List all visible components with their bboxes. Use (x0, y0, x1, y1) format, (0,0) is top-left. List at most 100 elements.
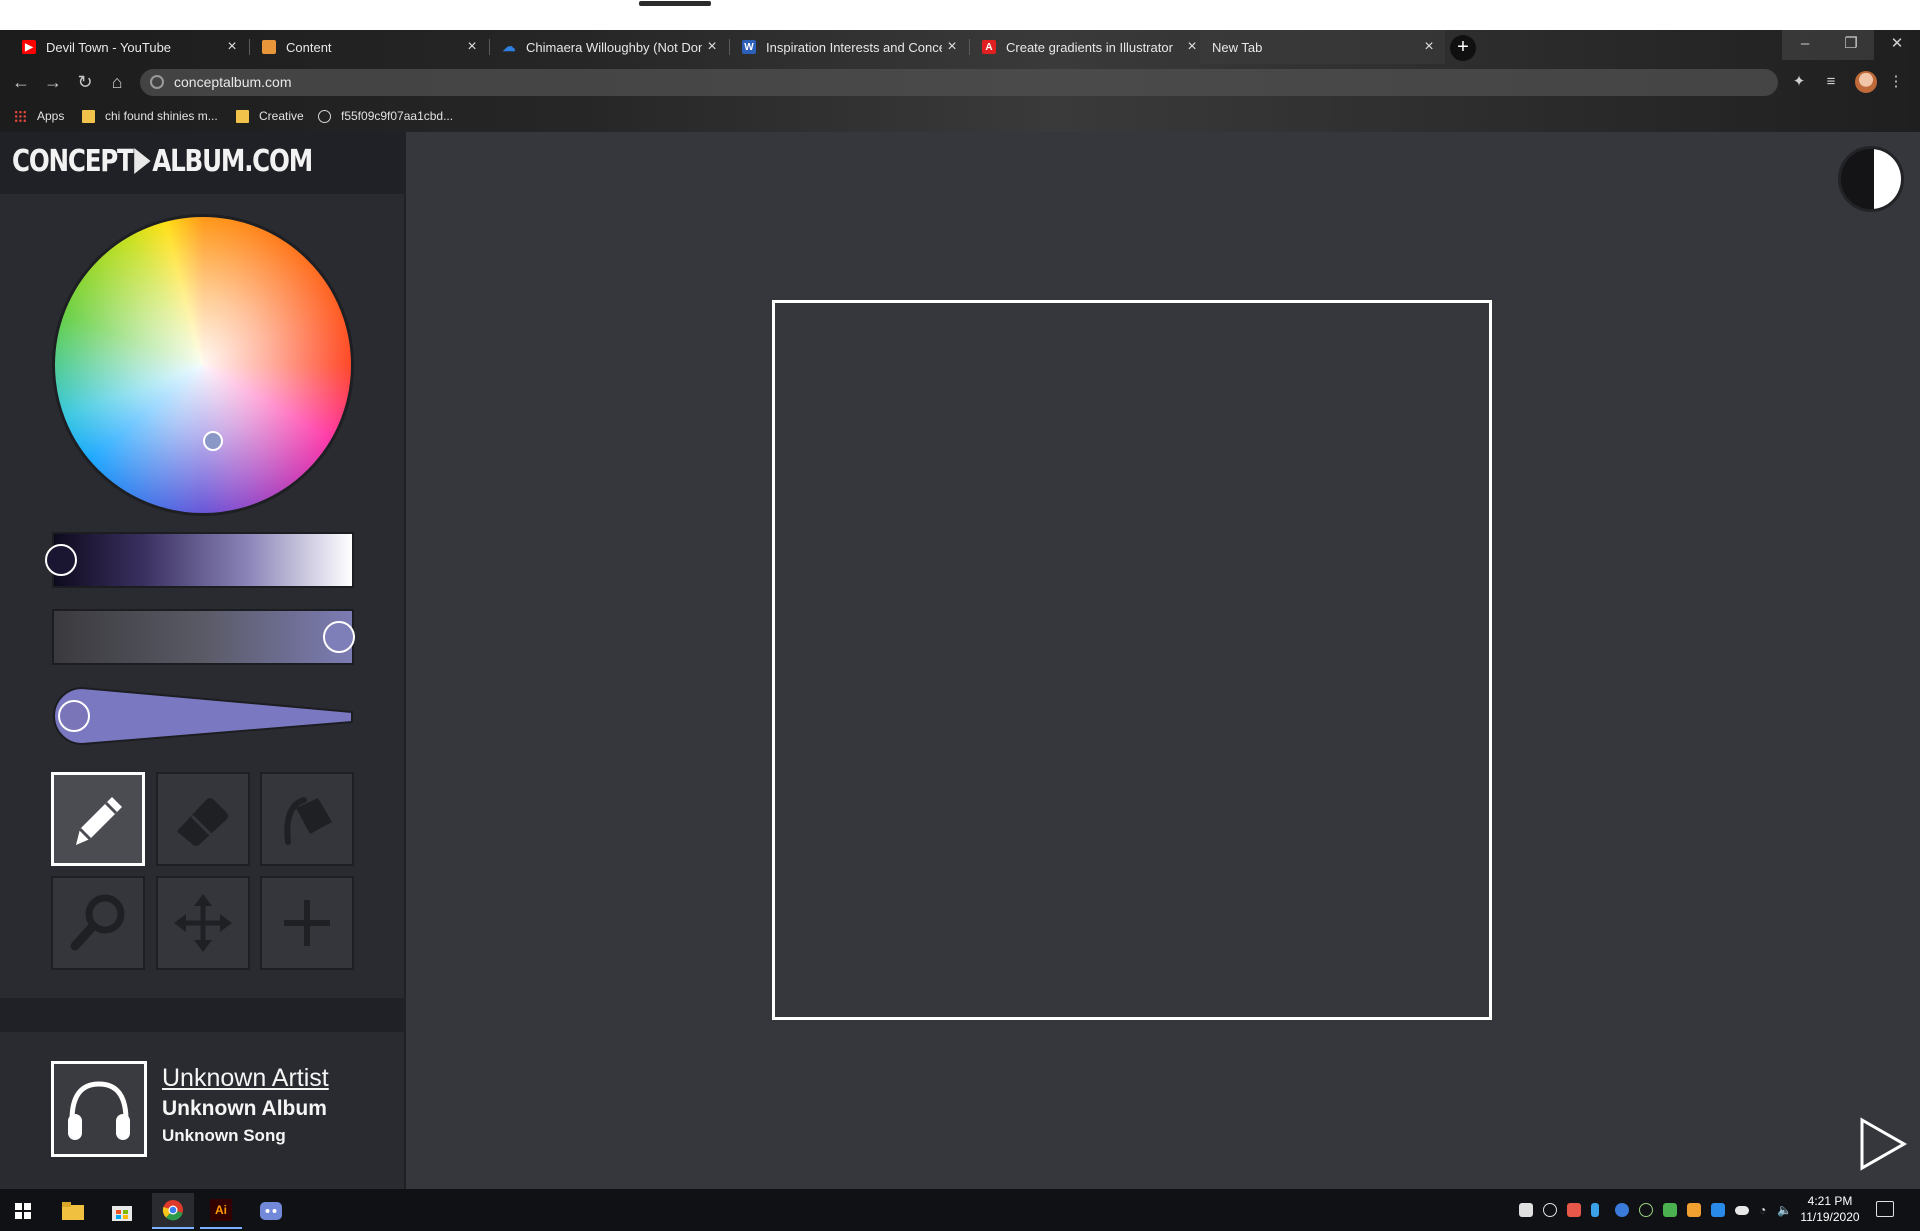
start-icon[interactable] (2, 1193, 44, 1229)
tab-content[interactable]: Content × (250, 30, 488, 64)
tray-creative-cloud-icon[interactable] (1543, 1203, 1557, 1217)
illustrator-icon[interactable]: Ai (200, 1193, 242, 1229)
pencil-tool-button[interactable] (51, 772, 145, 866)
tray-onedrive-icon[interactable] (1735, 1206, 1749, 1215)
volume-icon[interactable]: 🔈 (1777, 1203, 1792, 1217)
restore-button[interactable]: ❐ (1828, 30, 1874, 60)
chrome-icon[interactable] (152, 1193, 194, 1229)
tray-pen-icon[interactable] (1591, 1203, 1599, 1217)
close-icon[interactable]: × (222, 38, 242, 56)
tray-globe-icon[interactable] (1615, 1203, 1629, 1217)
brush-size-knob[interactable] (58, 700, 90, 732)
move-tool-button[interactable] (156, 876, 250, 970)
logo-row: CONCEPT ALBUM.COM (0, 132, 406, 194)
system-clock[interactable]: 4:21 PM 11/19/2020 (1790, 1193, 1870, 1225)
address-bar-row: ← → ↻ ⌂ conceptalbum.com ✦ ≡ ⋮ (0, 64, 1920, 100)
tab-label: New Tab (1212, 39, 1263, 55)
tab-youtube[interactable]: ▶ Devil Town - YouTube × (10, 30, 248, 64)
paint-bucket-tool-button[interactable] (260, 772, 354, 866)
close-icon[interactable]: × (702, 38, 722, 56)
move-arrows-icon (174, 894, 232, 952)
tab-new-tab[interactable]: New Tab × (1200, 30, 1445, 64)
tab-label: Inspiration Interests and Concept (766, 39, 942, 55)
eraser-tool-button[interactable] (156, 772, 250, 866)
contrast-icon (1874, 149, 1901, 209)
tray-app2-icon[interactable] (1687, 1203, 1701, 1217)
discord-icon[interactable] (250, 1193, 292, 1229)
drawing-canvas[interactable] (772, 300, 1492, 1020)
folder-icon (236, 109, 249, 123)
tray-app-icon[interactable] (1567, 1203, 1581, 1217)
tab-adobe[interactable]: A Create gradients in Illustrator × (970, 30, 1208, 64)
tab-onedrive[interactable]: ☁ Chimaera Willoughby (Not Done × (490, 30, 728, 64)
close-icon[interactable]: × (942, 38, 962, 56)
artist-name-link[interactable]: Unknown Artist (162, 1064, 329, 1093)
illustrator-label: Ai (210, 1199, 232, 1221)
clock-date: 11/19/2020 (1800, 1210, 1860, 1224)
home-button[interactable]: ⌂ (106, 71, 128, 93)
url-text: conceptalbum.com (174, 74, 292, 90)
site-info-icon[interactable] (150, 75, 164, 89)
bookmark-label: Apps (37, 109, 65, 123)
bookmark-creative[interactable]: Creative (236, 106, 304, 126)
minimize-button[interactable]: – (1782, 30, 1828, 60)
tray-network-app-icon[interactable] (1639, 1203, 1653, 1217)
album-cover[interactable] (51, 1061, 147, 1157)
headphones-icon (68, 1081, 130, 1140)
bookmark-label: Creative (259, 109, 304, 123)
song-name: Unknown Song (162, 1126, 286, 1145)
bookmark-label: chi found shinies m... (105, 109, 218, 123)
close-icon[interactable]: × (1182, 38, 1202, 56)
brush-size-slider[interactable] (52, 684, 356, 748)
play-button[interactable] (1858, 1116, 1908, 1172)
zoom-tool-button[interactable] (51, 876, 145, 970)
saturation-slider[interactable] (52, 609, 355, 665)
pencil-icon (76, 797, 122, 845)
saturation-slider-knob[interactable] (323, 621, 355, 653)
tray-security-icon[interactable] (1663, 1203, 1677, 1217)
file-explorer-icon[interactable] (52, 1193, 94, 1229)
contrast-toggle-button[interactable] (1838, 146, 1904, 212)
top-indicator (639, 1, 711, 6)
bookmark-apps[interactable]: Apps (14, 106, 64, 126)
profile-avatar[interactable] (1855, 71, 1877, 93)
close-window-button[interactable]: ✕ (1874, 30, 1920, 60)
forward-button[interactable]: → (42, 71, 64, 93)
color-wheel[interactable] (52, 214, 354, 516)
close-icon[interactable]: × (462, 38, 482, 56)
play-logo-icon (134, 148, 151, 174)
back-button[interactable]: ← (10, 71, 32, 93)
bookmark-chi-found-shinies[interactable]: chi found shinies m... (82, 106, 218, 126)
content-icon (262, 40, 276, 54)
lightness-slider[interactable] (45, 532, 354, 588)
menu-icon[interactable]: ⋮ (1886, 72, 1906, 92)
new-tab-button[interactable]: + (1450, 35, 1476, 61)
tab-label: Chimaera Willoughby (Not Done (526, 39, 702, 55)
site-logo[interactable]: CONCEPT ALBUM.COM (12, 144, 313, 179)
tab-word[interactable]: W Inspiration Interests and Concept × (730, 30, 968, 64)
bookmark-hash-link[interactable]: f55f09c9f07aa1cbd... (318, 106, 453, 126)
store-icon[interactable] (101, 1193, 143, 1229)
screen: ▶ Devil Town - YouTube × Content × ☁ Chi… (0, 0, 1920, 1231)
lightness-slider-knob[interactable] (45, 544, 77, 576)
folder-icon (82, 109, 95, 123)
close-icon[interactable]: × (1419, 38, 1439, 56)
apps-icon (14, 109, 27, 123)
address-bar[interactable]: conceptalbum.com (140, 69, 1778, 96)
tray-discord-icon[interactable] (1519, 1203, 1533, 1217)
logo-text-right: ALBUM.COM (152, 144, 313, 179)
onedrive-icon: ☁ (502, 39, 516, 54)
add-tool-button[interactable] (260, 876, 354, 970)
paint-bucket-icon (284, 797, 332, 845)
action-center-icon[interactable] (1876, 1201, 1894, 1217)
wifi-icon[interactable]: ◔ (1759, 1203, 1773, 1217)
tray-app3-icon[interactable] (1711, 1203, 1725, 1217)
tool-sidebar: CONCEPT ALBUM.COM Unknown Artist Unknown… (0, 132, 406, 1189)
media-control-icon[interactable]: ≡ (1821, 72, 1841, 92)
youtube-icon: ▶ (22, 40, 36, 54)
bookmarks-bar: Apps chi found shinies m... Creative f55… (0, 100, 1920, 132)
extensions-icon[interactable]: ✦ (1789, 72, 1809, 92)
reload-button[interactable]: ↻ (74, 71, 96, 93)
magnifier-icon (70, 894, 125, 951)
color-wheel-handle[interactable] (203, 431, 223, 451)
